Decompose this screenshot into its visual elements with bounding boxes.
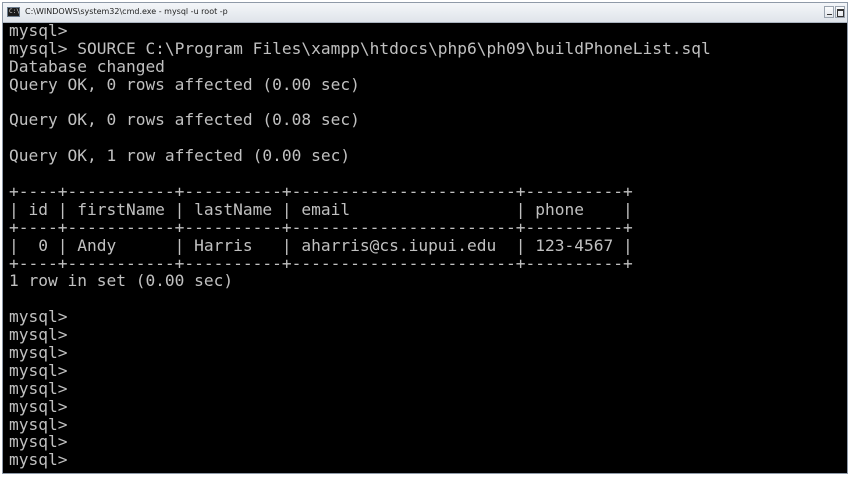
mysql-prompt-line: mysql> SOURCE C:\Program Files\xampp\htd…: [9, 38, 711, 58]
console-output[interactable]: mysql> mysql> SOURCE C:\Program Files\xam…: [9, 22, 843, 473]
minimize-icon[interactable]: [824, 6, 834, 18]
query-result-line: Query OK, 1 row affected (0.00 sec): [9, 146, 351, 166]
table-header-row: | id | firstName | lastName | email | ph…: [9, 199, 633, 219]
mysql-prompt-line: mysql>: [9, 450, 68, 470]
mysql-prompt-line: mysql>: [9, 325, 68, 345]
mysql-prompt-line: mysql>: [9, 360, 68, 380]
console-line: Database changed: [9, 56, 165, 76]
table-border-line: +----+-----------+----------+-----------…: [9, 182, 633, 202]
mysql-prompt-line: mysql>: [9, 396, 68, 416]
console-line: 1 row in set (0.00 sec): [9, 271, 234, 291]
command-prompt-icon[interactable]: C:\: [7, 7, 20, 17]
table-row: | 0 | Andy | Harris | aharris@cs.iupui.e…: [9, 235, 633, 255]
maximize-icon[interactable]: [835, 6, 845, 18]
table-border-line: +----+-----------+----------+-----------…: [9, 217, 633, 237]
mysql-prompt-line: mysql>: [9, 414, 68, 434]
mysql-prompt-line: mysql>: [9, 378, 68, 398]
window-controls: [823, 6, 845, 19]
query-result-line: Query OK, 0 rows affected (0.08 sec): [9, 110, 360, 130]
cmd-window: C:\ C:\WINDOWS\system32\cmd.exe - mysql …: [2, 2, 848, 474]
mysql-prompt-line: mysql>: [9, 343, 68, 363]
mysql-prompt-line: mysql>: [9, 307, 68, 327]
table-border-line: +----+-----------+----------+-----------…: [9, 253, 633, 273]
mysql-prompt-line: mysql>: [9, 22, 68, 40]
query-result-line: Query OK, 0 rows affected (0.00 sec): [9, 74, 360, 94]
mysql-prompt-line: mysql>: [9, 432, 68, 452]
title-bar[interactable]: C:\ C:\WINDOWS\system32\cmd.exe - mysql …: [3, 3, 847, 23]
window-title: C:\WINDOWS\system32\cmd.exe - mysql -u r…: [25, 7, 228, 16]
